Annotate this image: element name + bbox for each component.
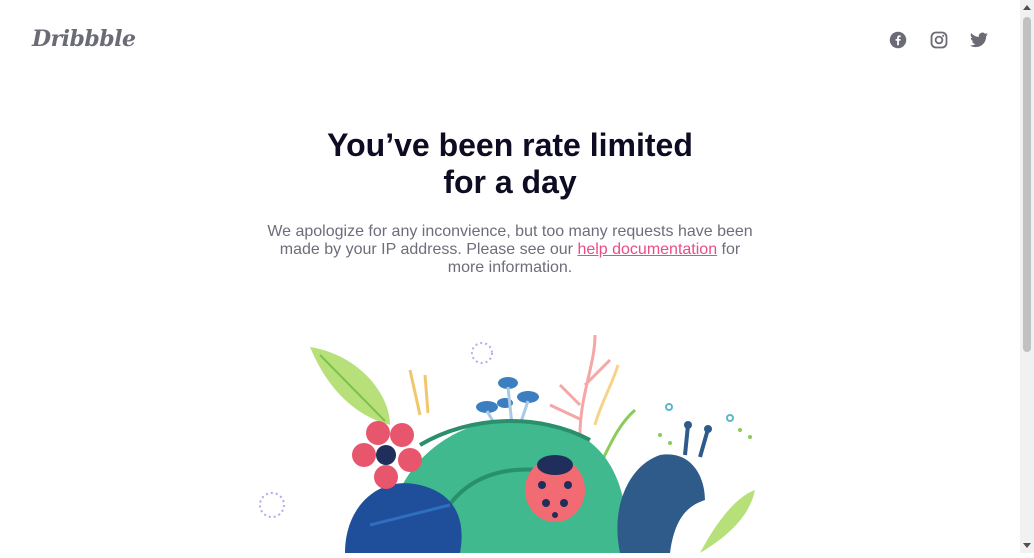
main-content: You’ve been rate limited for a day We ap… — [0, 127, 1020, 277]
twitter-icon — [970, 32, 988, 48]
title-line-2: for a day — [443, 164, 577, 200]
instagram-link[interactable] — [930, 31, 948, 49]
snail-illustration — [250, 325, 770, 554]
twitter-link[interactable] — [970, 32, 988, 48]
scroll-up-arrow-icon[interactable] — [1023, 5, 1031, 10]
header: Dribbble — [0, 0, 1020, 80]
instagram-icon — [930, 31, 948, 49]
dribbble-logo[interactable]: Dribbble — [32, 26, 136, 52]
scroll-thumb[interactable] — [1023, 17, 1031, 352]
description: We apologize for any inconvience, but to… — [260, 223, 760, 277]
scroll-down-arrow-icon[interactable] — [1023, 543, 1031, 548]
page-title: You’ve been rate limited for a day — [300, 127, 720, 201]
scrollbar[interactable] — [1020, 0, 1034, 553]
help-documentation-link[interactable]: help documentation — [577, 241, 717, 258]
title-line-1: You’ve been rate limited — [327, 127, 693, 163]
facebook-icon — [889, 31, 907, 49]
facebook-link[interactable] — [889, 31, 907, 49]
